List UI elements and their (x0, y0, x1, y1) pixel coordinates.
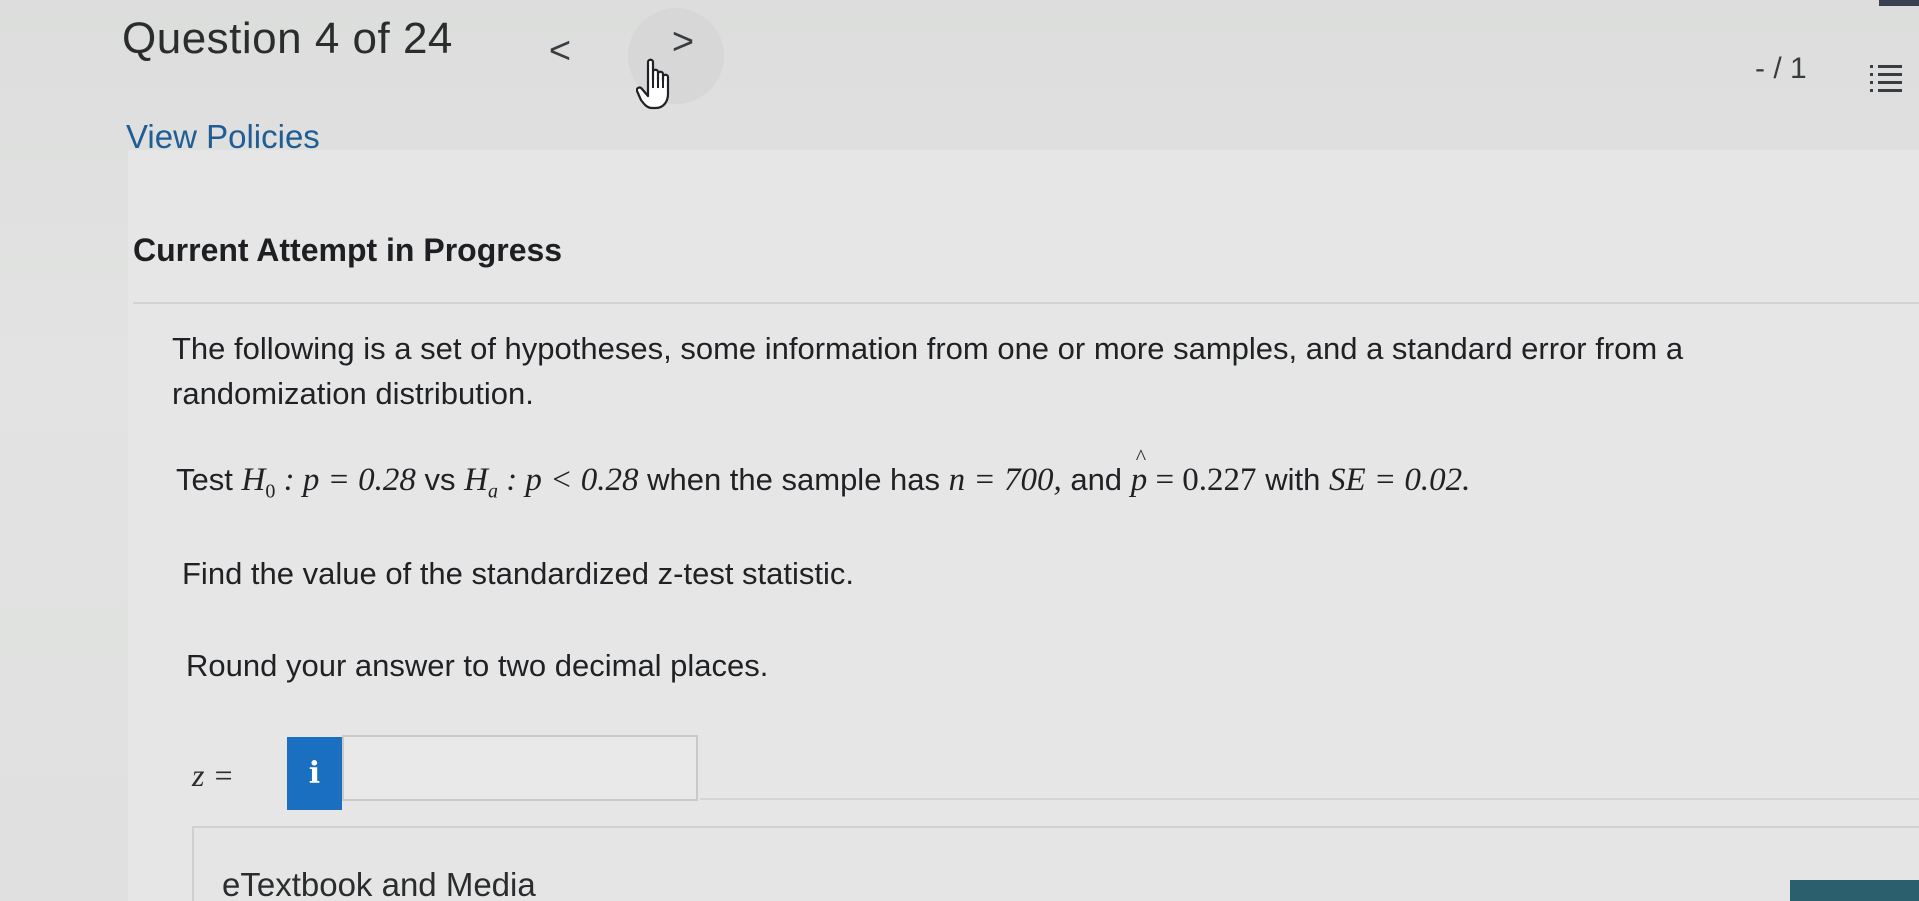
info-icon-button[interactable]: i (287, 737, 342, 810)
sample-size: n = 700, (948, 462, 1062, 498)
answer-divider (700, 798, 1919, 800)
view-policies-link[interactable]: View Policies (126, 118, 320, 156)
list-icon[interactable] (1868, 60, 1904, 96)
window-corner-accent (1879, 0, 1919, 6)
with-text: with (1265, 462, 1321, 497)
sample-proportion: p = 0.227 (1131, 444, 1257, 498)
answer-label: z = (192, 757, 235, 793)
question-intro-text: The following is a set of hypotheses, so… (172, 331, 1684, 411)
question-score: - / 1 (1755, 52, 1807, 85)
section-divider (133, 302, 1919, 304)
footer-accent (1790, 880, 1919, 901)
hand-pointer-cursor-icon (636, 58, 670, 110)
test-prefix: Test (176, 462, 233, 497)
null-hypothesis: H0 : p = 0.28 (241, 462, 416, 503)
z-answer-input[interactable] (342, 735, 698, 801)
info-icon: i (308, 756, 321, 791)
vs-text: vs (424, 462, 456, 497)
standard-error: SE = 0.02. (1328, 462, 1471, 498)
chevron-left-icon: < (548, 29, 572, 72)
question-instruction: Find the value of the standardized z-tes… (182, 556, 855, 591)
rounding-instruction: Round your answer to two decimal places. (186, 648, 769, 683)
attempt-status-heading: Current Attempt in Progress (133, 232, 563, 268)
question-counter: Question 4 of 24 (122, 14, 453, 63)
alternative-hypothesis: Ha : p < 0.28 (464, 462, 639, 503)
etextbook-media-link[interactable]: eTextbook and Media (222, 866, 536, 901)
and-text: and (1070, 462, 1123, 497)
previous-question-button[interactable]: < (520, 16, 600, 86)
hypothesis-statement: Test H0 : p = 0.28 vs Ha : p < 0.28 when… (176, 444, 1471, 504)
when-text: when the sample has (647, 462, 941, 497)
